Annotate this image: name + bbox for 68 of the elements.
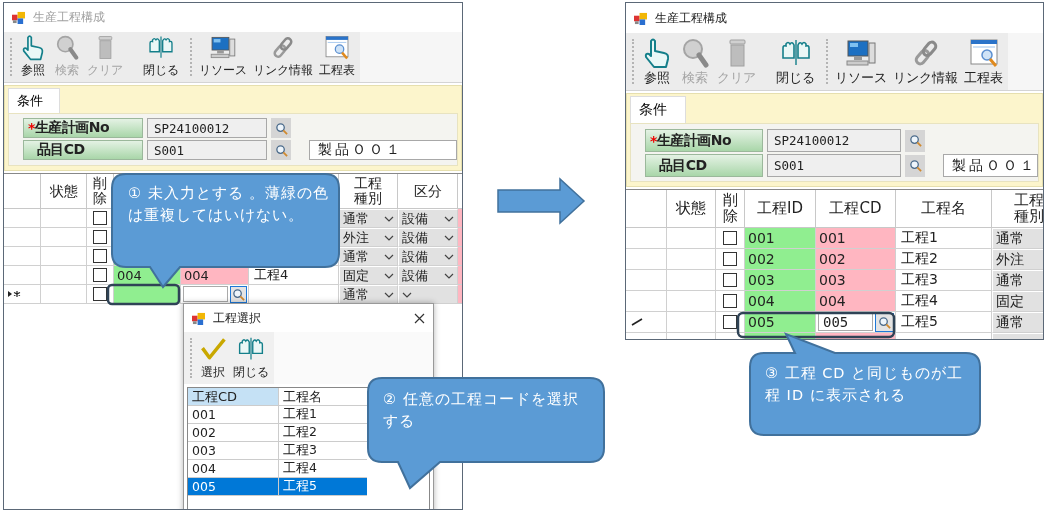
list-cell[interactable]: 003 [188, 442, 279, 460]
dropdown[interactable]: 固定 [339, 266, 398, 285]
toolbar-button[interactable]: 工程表 [961, 33, 1006, 90]
table-cell: 001 [816, 228, 896, 249]
name-field: 製品ＯＯ１ [943, 154, 1038, 177]
dropdown[interactable]: 設備 [398, 247, 458, 266]
column-header: 状態 [41, 174, 87, 209]
dropdown[interactable]: 通常 [992, 312, 1043, 333]
toolbar-button[interactable]: リソース [832, 33, 890, 90]
callout-text: ① 未入力とする 。薄緑の色は重複してはいけない。 [128, 184, 331, 226]
table-cell: 004 [816, 291, 896, 312]
column-header: 工程名 [896, 190, 992, 228]
dropdown[interactable]: 設備 [398, 266, 458, 285]
column-header: 削除 [716, 190, 745, 228]
toolbar-button[interactable]: 参照 [16, 32, 50, 82]
table-cell: 002 [745, 249, 816, 270]
input-field[interactable]: SP24100012 [767, 129, 901, 152]
table-cell: 005 [745, 312, 816, 333]
column-header[interactable]: 工程名 [279, 388, 367, 406]
toolbar-button[interactable]: 選択 [196, 332, 230, 384]
callout-text: ② 任意の工程コードを選択する [383, 390, 580, 432]
window-title: 生産工程構成 [655, 9, 727, 27]
dropdown[interactable]: 設備 [398, 209, 458, 228]
toolbar-button[interactable]: 閉じる [773, 33, 818, 90]
toolbar-button[interactable]: リンク情報 [890, 33, 961, 90]
dropdown[interactable]: 通常 [992, 228, 1043, 249]
list-cell[interactable]: 工程4 [279, 460, 367, 478]
window-title: 生産工程構成 [33, 9, 105, 26]
field-label: 品目CD [645, 154, 763, 177]
toolbar-button[interactable]: 参照 [638, 33, 676, 90]
list-cell[interactable]: 005 [188, 478, 279, 496]
field-label: *生産計画No [23, 118, 143, 138]
toolbar-button[interactable]: リンク情報 [250, 32, 316, 82]
column-header: 状態 [667, 190, 716, 228]
input-field[interactable]: SP24100012 [147, 118, 267, 138]
input-field[interactable]: S001 [767, 154, 901, 177]
list-cell[interactable]: 002 [188, 424, 279, 442]
field-label: 品目CD [23, 140, 143, 160]
list-cell[interactable]: 工程5 [279, 478, 367, 496]
list-cell[interactable]: 工程3 [279, 442, 367, 460]
list-cell[interactable]: 001 [188, 406, 279, 424]
table-cell: 004 [745, 291, 816, 312]
table-cell: 002 [816, 249, 896, 270]
list-cell[interactable]: 004 [188, 460, 279, 478]
toolbar-button[interactable]: リソース [196, 32, 250, 82]
table-cell: 003 [816, 270, 896, 291]
table-cell: 001 [745, 228, 816, 249]
tab[interactable]: 条件 [8, 88, 60, 113]
column-header[interactable]: 工程CD [188, 388, 279, 406]
toolbar-button[interactable]: 工程表 [316, 32, 358, 82]
name-field: 製品ＯＯ１ [309, 140, 457, 160]
dropdown[interactable]: 固定 [992, 291, 1043, 312]
field-label: *生産計画No [645, 129, 763, 152]
list-cell[interactable]: 工程2 [279, 424, 367, 442]
dropdown[interactable]: 外注 [992, 249, 1043, 270]
dropdown[interactable]: 設備 [398, 228, 458, 247]
list-cell[interactable]: 工程1 [279, 406, 367, 424]
dropdown[interactable]: 通常 [992, 270, 1043, 291]
input-field[interactable]: S001 [147, 140, 267, 160]
dropdown[interactable]: 通常 [339, 209, 398, 228]
toolbar-button[interactable]: 閉じる [140, 32, 182, 82]
dropdown[interactable]: 外注 [339, 228, 398, 247]
dialog-title: 工程選択 [213, 309, 261, 327]
toolbar-button[interactable]: 閉じる [230, 332, 272, 384]
table-cell: 003 [745, 270, 816, 291]
callout-text: ③ 工程 CD と同じものが工程 ID に表示される [765, 364, 965, 406]
dropdown[interactable]: 通常 [339, 247, 398, 266]
tab[interactable]: 条件 [630, 96, 686, 123]
